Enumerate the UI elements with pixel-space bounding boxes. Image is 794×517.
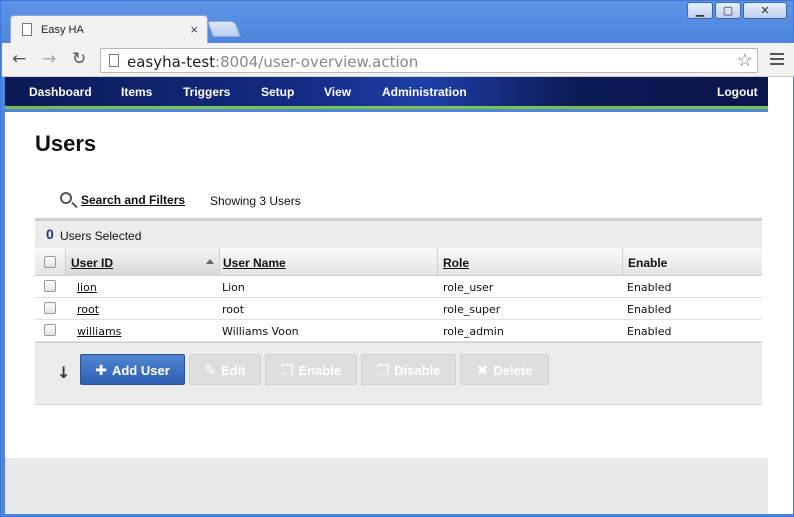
window-controls: ▁ ▢ ✕ bbox=[687, 2, 787, 19]
row-checkbox[interactable] bbox=[44, 280, 56, 292]
selected-label: Users Selected bbox=[60, 229, 142, 243]
browser-window: Easy HA × ▁ ▢ ✕ ← → ↻ easyha-test:8004/u… bbox=[0, 0, 794, 517]
bookmark-star-icon[interactable]: ☆ bbox=[737, 50, 753, 71]
tab-title: Easy HA bbox=[41, 24, 84, 36]
user-id-link[interactable]: williams bbox=[77, 325, 121, 338]
copy-icon: ❐ bbox=[376, 363, 390, 379]
table-row[interactable]: lion Lion role_user Enabled bbox=[35, 276, 762, 298]
address-bar[interactable]: easyha-test:8004/user-overview.action ☆ bbox=[100, 48, 758, 73]
role-cell: role_user bbox=[443, 281, 494, 294]
x-icon: ✖ bbox=[476, 363, 489, 379]
column-enable: Enable bbox=[628, 256, 668, 270]
forward-arrow-icon[interactable]: → bbox=[42, 49, 56, 69]
table-row[interactable]: root root role_super Enabled bbox=[35, 298, 762, 320]
edit-button[interactable]: ✎ Edit bbox=[189, 354, 261, 385]
arrow-down-icon: ↓ bbox=[57, 363, 71, 382]
maximize-button[interactable]: ▢ bbox=[715, 2, 741, 19]
action-bar: ↓ ✚ Add User ✎ Edit ❐ Enable ❐ Disable ✖ Dele… bbox=[35, 342, 762, 405]
add-user-button[interactable]: ✚ Add User bbox=[80, 354, 185, 385]
nav-items[interactable]: Items bbox=[121, 85, 152, 99]
user-id-link[interactable]: lion bbox=[77, 281, 97, 294]
column-user-id[interactable]: User ID bbox=[66, 248, 220, 276]
selected-count: 0 bbox=[46, 226, 54, 242]
search-and-filters-link[interactable]: Search and Filters bbox=[81, 193, 185, 207]
plus-icon: ✚ bbox=[95, 363, 107, 379]
enable-cell: Enabled bbox=[627, 303, 672, 316]
close-window-button[interactable]: ✕ bbox=[743, 2, 787, 19]
select-all-checkbox[interactable] bbox=[44, 256, 56, 268]
role-cell: role_super bbox=[443, 303, 501, 316]
nav-administration[interactable]: Administration bbox=[382, 85, 467, 99]
table-header: User ID User Name Role Enable bbox=[35, 248, 762, 276]
back-arrow-icon[interactable]: ← bbox=[12, 49, 26, 69]
column-user-name[interactable]: User Name bbox=[218, 248, 438, 276]
app-navigation: Dashboard Items Triggers Setup View Admi… bbox=[5, 77, 768, 109]
tab-close-icon[interactable]: × bbox=[190, 22, 198, 37]
user-name-cell: Lion bbox=[222, 281, 245, 294]
scrollbar-area bbox=[768, 77, 793, 514]
row-checkbox[interactable] bbox=[44, 324, 56, 336]
enable-cell: Enabled bbox=[627, 281, 672, 294]
minimize-button[interactable]: ▁ bbox=[687, 2, 713, 19]
url-text[interactable]: easyha-test:8004/user-overview.action bbox=[127, 53, 418, 71]
pencil-icon: ✎ bbox=[204, 363, 217, 379]
delete-button[interactable]: ✖ Delete bbox=[460, 354, 549, 385]
page-title: Users bbox=[35, 131, 97, 156]
page-footer bbox=[5, 458, 768, 514]
new-tab-button[interactable] bbox=[207, 21, 241, 37]
nav-dashboard[interactable]: Dashboard bbox=[29, 85, 92, 99]
column-role[interactable]: Role bbox=[438, 248, 623, 276]
user-id-link[interactable]: root bbox=[77, 303, 99, 316]
user-name-cell: Williams Voon bbox=[222, 325, 299, 338]
nav-setup[interactable]: Setup bbox=[261, 85, 294, 99]
page-content: Users Search and Filters Showing 3 Users… bbox=[5, 112, 768, 458]
role-cell: role_admin bbox=[443, 325, 504, 338]
nav-view[interactable]: View bbox=[324, 85, 351, 99]
row-checkbox[interactable] bbox=[44, 302, 56, 314]
selection-bar: 0 Users Selected bbox=[35, 218, 762, 248]
copy-icon: ❐ bbox=[280, 363, 294, 379]
search-icon[interactable] bbox=[60, 192, 72, 204]
results-count: Showing 3 Users bbox=[210, 194, 301, 208]
nav-logout[interactable]: Logout bbox=[717, 85, 758, 99]
sort-ascending-icon bbox=[206, 259, 214, 264]
user-name-cell: root bbox=[222, 303, 245, 316]
table-row[interactable]: williams Williams Voon role_admin Enable… bbox=[35, 320, 762, 342]
enable-button[interactable]: ❐ Enable bbox=[265, 354, 357, 385]
users-grid: 0 Users Selected User ID User Name Role … bbox=[35, 218, 762, 405]
disable-button[interactable]: ❐ Disable bbox=[361, 354, 456, 385]
enable-cell: Enabled bbox=[627, 325, 672, 338]
page-icon bbox=[22, 23, 32, 36]
menu-icon[interactable] bbox=[770, 53, 784, 65]
page-icon bbox=[109, 54, 119, 67]
browser-toolbar: ← → ↻ easyha-test:8004/user-overview.act… bbox=[2, 43, 794, 77]
title-bar: Easy HA × ▁ ▢ ✕ bbox=[1, 1, 793, 43]
nav-triggers[interactable]: Triggers bbox=[183, 85, 230, 99]
reload-icon[interactable]: ↻ bbox=[72, 49, 86, 69]
select-all-cell bbox=[35, 248, 66, 276]
browser-tab[interactable]: Easy HA × bbox=[10, 15, 208, 43]
